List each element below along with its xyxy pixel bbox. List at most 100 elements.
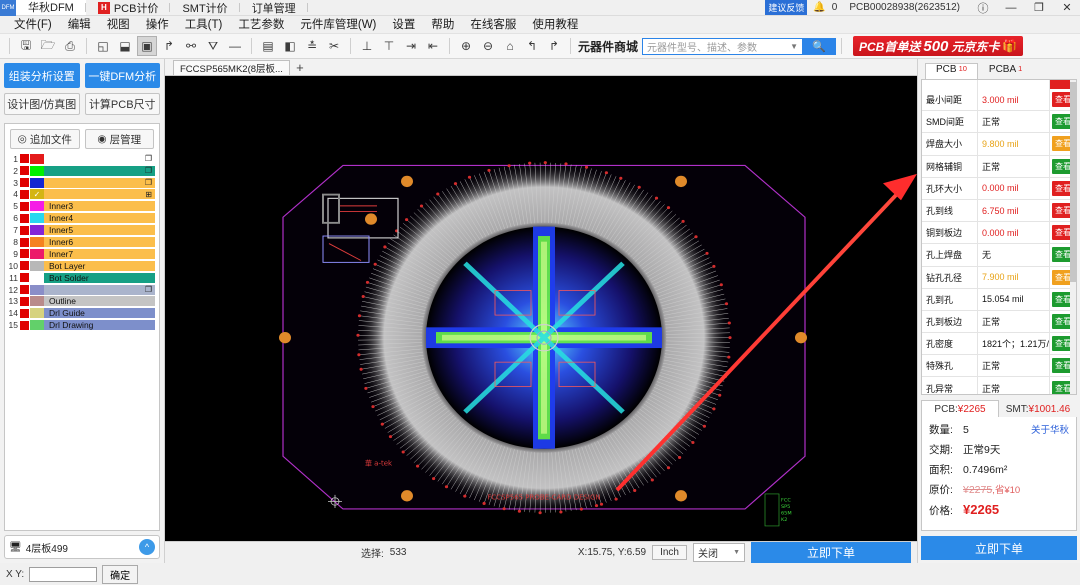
cut-icon[interactable]: ✂ — [324, 36, 344, 56]
dfm-row[interactable]: SMD间距正常查看 — [922, 111, 1076, 133]
close-button[interactable]: ✕ — [1056, 0, 1078, 16]
menu-item-1[interactable]: 编辑 — [60, 16, 99, 34]
document-tab[interactable]: FCCSP565MK2(8层板... — [173, 60, 290, 75]
menu-item-3[interactable]: 操作 — [138, 16, 177, 34]
dfm-row[interactable]: 孔到板边正常查看 — [922, 311, 1076, 333]
layer-list[interactable]: 1❐2❐3❐4✓⊞5Inner36Inner47Inner58Inner69In… — [5, 153, 159, 530]
layer-row[interactable]: 6Inner4 — [7, 212, 155, 224]
arrow-up-circle-icon[interactable]: ^ — [139, 539, 155, 555]
window-tab-smt-quote[interactable]: SMT计价 — [170, 0, 239, 15]
print-icon[interactable]: ⎙ — [60, 36, 80, 56]
dfm-scrollbar[interactable] — [1070, 80, 1076, 394]
one-click-dfm-button[interactable]: 一键DFM分析 — [85, 63, 161, 88]
dfm-row[interactable]: 铜到板边0.000 mil查看 — [922, 222, 1076, 244]
dfm-scrollbar-thumb[interactable] — [1070, 82, 1076, 282]
layer-color-swatch[interactable] — [30, 237, 44, 247]
assembly-analysis-settings-button[interactable]: 组装分析设置 — [4, 63, 80, 88]
dfm-row[interactable]: 孔密度1821个；1.21万/...查看 — [922, 333, 1076, 355]
dfm-row[interactable]: 钻孔孔径7.900 mil查看 — [922, 267, 1076, 289]
dfm-row[interactable]: 网格辅铜正常查看 — [922, 156, 1076, 178]
layer-visibility-toggle[interactable] — [20, 190, 29, 199]
print-flag-icon[interactable]: ❐ — [145, 178, 155, 187]
align-left-icon[interactable]: ⇥ — [401, 36, 421, 56]
dfm-row[interactable]: 孔上焊盘无查看 — [922, 244, 1076, 266]
layer-color-swatch[interactable] — [30, 201, 44, 211]
layer-color-swatch[interactable] — [30, 178, 44, 188]
price-tab-smt[interactable]: SMT: ¥1001.46 — [999, 400, 1077, 417]
dfm-row[interactable]: 孔异常正常查看 — [922, 377, 1076, 395]
add-document-button[interactable]: + — [290, 60, 310, 75]
price-tab-pcb[interactable]: PCB: ¥2265 — [921, 400, 999, 417]
layer-visibility-toggle[interactable] — [20, 214, 29, 223]
bell-icon[interactable]: 🔔 — [813, 2, 825, 13]
tab-pcba[interactable]: PCBA 1 — [978, 63, 1033, 79]
pcb-canvas[interactable]: FCC SP5 65M K2 FCCSP565 PROBE-CARD DESIG… — [165, 76, 917, 541]
layer-visibility-toggle[interactable] — [20, 321, 29, 330]
dfm-row[interactable]: 孔到孔15.054 mil查看 — [922, 289, 1076, 311]
line-icon[interactable]: — — [225, 36, 245, 56]
board-spec-footer[interactable]: 🖥 4层板499 ^ — [4, 535, 160, 559]
layer-row[interactable]: 7Inner5 — [7, 224, 155, 236]
menu-item-7[interactable]: 设置 — [384, 16, 423, 34]
menu-item-9[interactable]: 在线客服 — [462, 16, 524, 34]
print-flag-icon[interactable]: ❐ — [145, 285, 155, 294]
menu-item-0[interactable]: 文件(F) — [6, 16, 60, 34]
menu-item-6[interactable]: 元件库管理(W) — [292, 16, 384, 34]
layer-color-swatch[interactable] — [30, 308, 44, 318]
save-icon[interactable]: 🖫 — [16, 36, 36, 56]
layer-color-swatch[interactable] — [30, 285, 44, 295]
layer-row[interactable]: 15Drl Drawing — [7, 319, 155, 331]
layer-color-swatch[interactable] — [30, 320, 44, 330]
layer-visibility-toggle[interactable] — [20, 285, 29, 294]
window-tab-pcb-quote[interactable]: H PCB计价 — [86, 0, 171, 15]
print-flag-icon[interactable]: ❐ — [145, 166, 155, 175]
layer-color-swatch[interactable] — [30, 261, 44, 271]
layer-row[interactable]: 1❐ — [7, 153, 155, 165]
layer-visibility-toggle[interactable] — [20, 249, 29, 258]
dfm-row[interactable]: 孔到线6.750 mil查看 — [922, 200, 1076, 222]
layer-row[interactable]: 3❐ — [7, 177, 155, 189]
layer-color-swatch[interactable] — [30, 273, 44, 283]
layer-visibility-toggle[interactable] — [20, 309, 29, 318]
layer-color-swatch[interactable] — [30, 154, 44, 164]
menu-item-4[interactable]: 工具(T) — [177, 16, 231, 34]
layer-row[interactable]: 5Inner3 — [7, 201, 155, 213]
layer-color-swatch[interactable] — [30, 213, 44, 223]
layer-visibility-toggle[interactable] — [20, 202, 29, 211]
design-simulation-button[interactable]: 设计图/仿真图 — [4, 93, 80, 115]
layers-stack-icon[interactable]: ≛ — [302, 36, 322, 56]
layer-visibility-toggle[interactable] — [20, 273, 29, 282]
dfm-row[interactable]: 孔环大小0.000 mil查看 — [922, 178, 1076, 200]
maximize-button[interactable]: ❐ — [1028, 0, 1050, 16]
zoom-out-icon[interactable]: ⊖ — [478, 36, 498, 56]
component-icon[interactable]: ◧ — [280, 36, 300, 56]
status-order-button[interactable]: 立即下单 — [751, 542, 911, 564]
layer-color-swatch[interactable] — [30, 166, 44, 176]
layer-row[interactable]: 9Inner7 — [7, 248, 155, 260]
pointer-icon[interactable]: ⬓ — [115, 36, 135, 56]
promo-banner[interactable]: PCB首单送 500 元京东卡 🎁 — [853, 36, 1023, 56]
dfm-row[interactable]: 特殊孔正常查看 — [922, 355, 1076, 377]
calc-pcb-size-button[interactable]: 计算PCB尺寸 — [85, 93, 161, 115]
layer-manage-button[interactable]: ◉ 层管理 — [85, 129, 155, 149]
dfm-row[interactable]: 最小间距3.000 mil查看 — [922, 89, 1076, 111]
layer-color-swatch[interactable] — [30, 249, 44, 259]
layer-color-swatch[interactable] — [30, 225, 44, 235]
place-order-button[interactable]: 立即下单 — [921, 536, 1077, 560]
align-top-icon[interactable]: ⊥ — [357, 36, 377, 56]
tab-pcb[interactable]: PCB 10 — [925, 63, 978, 79]
layer-row[interactable]: 11Bot Solder — [7, 272, 155, 284]
snap-mode-dropdown[interactable]: 关闭 ▼ — [693, 543, 745, 562]
layer-row[interactable]: 14Drl Guide — [7, 308, 155, 320]
select-rect-icon[interactable]: ◱ — [93, 36, 113, 56]
redo-icon[interactable]: ↱ — [544, 36, 564, 56]
zoom-area-icon[interactable]: ▣ — [137, 36, 157, 56]
home-icon[interactable]: ⌂ — [500, 36, 520, 56]
feedback-badge[interactable]: 建议反馈 — [765, 0, 807, 15]
help-icon[interactable]: ⓘ — [972, 0, 994, 16]
layer-row[interactable]: 2❐ — [7, 165, 155, 177]
net-icon[interactable]: ⚯ — [181, 36, 201, 56]
search-icon[interactable]: 🔍 — [802, 38, 836, 55]
dfm-results-table[interactable]: 最小间距3.000 mil查看SMD间距正常查看焊盘大小9.800 mil查看网… — [921, 79, 1077, 395]
layer-visibility-toggle[interactable] — [20, 226, 29, 235]
